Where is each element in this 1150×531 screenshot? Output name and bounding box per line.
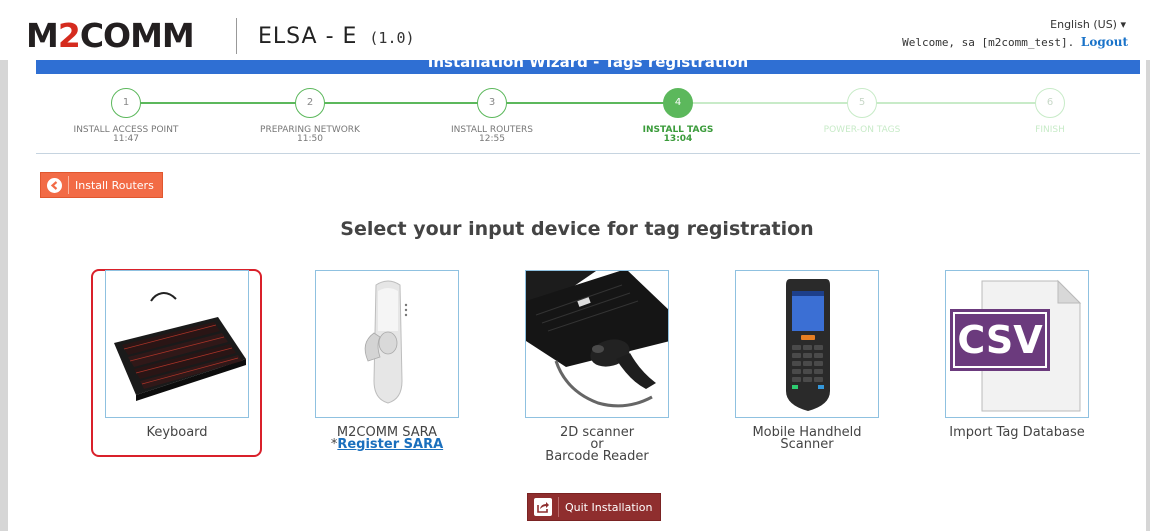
wizard-stepper: 1 INSTALL ACCESS POINT 11:47 2 PREPARING… [36,88,1140,158]
device-label-line2: Scanner [780,437,834,452]
frame-right [1146,60,1150,531]
button-separator [558,497,559,517]
back-button-label: Install Routers [75,178,154,192]
quit-button-label: Quit Installation [565,500,653,514]
share-exit-icon [534,498,552,516]
install-routers-back-button[interactable]: Install Routers [40,172,163,198]
wizard-banner-title: Installation Wizard - Tags registration [427,60,749,71]
language-selector[interactable]: English (US) ▾ [1050,18,1126,31]
step-label: FINISH [1035,125,1065,135]
step-circle: 2 [295,88,325,118]
quit-installation-button[interactable]: Quit Installation [527,493,662,521]
step-label: POWER-ON TAGS [823,125,901,135]
step-time: 12:55 [479,134,505,144]
header-divider [236,18,237,54]
wizard-step-1: 1 INSTALL ACCESS POINT 11:47 [36,88,216,144]
csv-file-image: CSV [945,270,1089,418]
device-label-line3: Barcode Reader [545,449,649,464]
device-option-2d-scanner[interactable]: 2D scanner or Barcode Reader [512,270,682,463]
page: M2COMM ELSA - E (1.0) English (US) ▾ Wel… [0,0,1150,531]
step-time: 11:47 [113,134,139,144]
app-header: M2COMM ELSA - E (1.0) English (US) ▾ Wel… [0,0,1150,60]
device-option-mobile-handheld[interactable]: Mobile Handheld Scanner [722,270,892,451]
wizard-step-6: 6 FINISH [960,88,1140,135]
device-option-import-csv[interactable]: CSV Import Tag Database [932,270,1102,439]
csv-text: CSV [957,318,1043,362]
stepper-divider [36,153,1140,154]
logout-link[interactable]: Logout [1081,35,1128,49]
sara-device-image [315,270,459,418]
welcome-text: Welcome, sa [m2comm_test]. Logout [902,35,1128,49]
main-content: Installation Wizard - Tags registration … [8,60,1146,531]
step-time: 11:50 [297,134,323,144]
step-circle: 4 [663,88,693,118]
button-separator [68,176,69,194]
handheld-scanner-image [735,270,879,418]
app-version: (1.0) [369,29,415,47]
step-circle: 3 [477,88,507,118]
device-label: Import Tag Database [949,425,1085,440]
device-label: Keyboard [146,425,208,440]
page-heading: Select your input device for tag registr… [340,218,814,240]
app-title: ELSA - E (1.0) [258,24,415,49]
wizard-step-2: 2 PREPARING NETWORK 11:50 [220,88,400,144]
arrow-left-circle-icon [47,177,62,193]
wizard-step-3: 3 INSTALL ROUTERS 12:55 [402,88,582,144]
step-time: 13:04 [663,134,693,144]
step-circle: 1 [111,88,141,118]
barcode-scanner-image [525,270,669,418]
wizard-step-4: 4 INSTALL TAGS 13:04 [588,88,768,144]
register-sara-line: *Register SARA [330,437,444,452]
device-option-sara[interactable]: M2COMM SARA *Register SARA [302,270,472,451]
step-circle: 6 [1035,88,1065,118]
keyboard-image [105,270,249,418]
wizard-step-5: 5 POWER-ON TAGS [772,88,952,135]
wizard-banner: Installation Wizard - Tags registration [36,60,1140,74]
frame-left [0,60,8,531]
m2comm-logo: M2COMM [26,16,195,55]
step-circle: 5 [847,88,877,118]
register-sara-link[interactable]: Register SARA [337,437,443,452]
device-option-keyboard[interactable]: Keyboard [92,270,262,439]
